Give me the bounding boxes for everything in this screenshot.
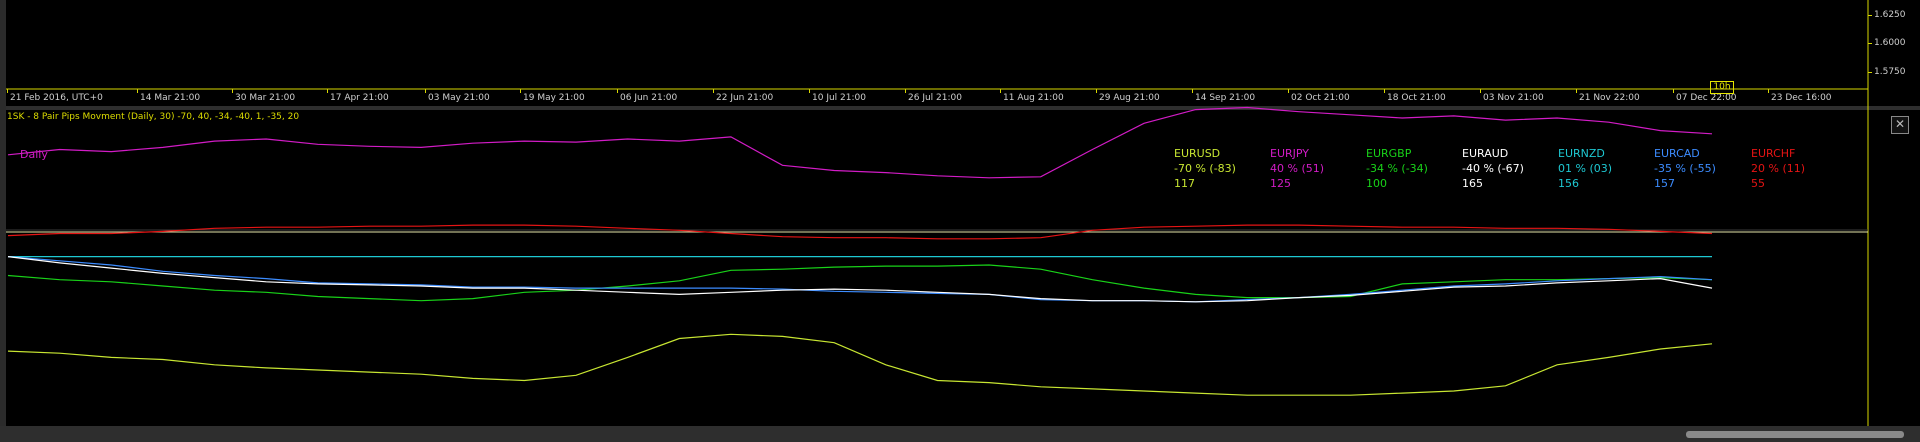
horizontal-scrollbar[interactable] <box>0 426 1920 442</box>
indicator-chart <box>6 0 1869 426</box>
series-line-eurgbp <box>7 264 1713 302</box>
series-line-euraud <box>7 256 1713 303</box>
series-line-eurjpy <box>7 106 1713 179</box>
series-line-eurusd <box>7 333 1713 396</box>
series-line-eurcad <box>7 256 1713 303</box>
scrollbar-thumb[interactable] <box>1686 431 1904 438</box>
